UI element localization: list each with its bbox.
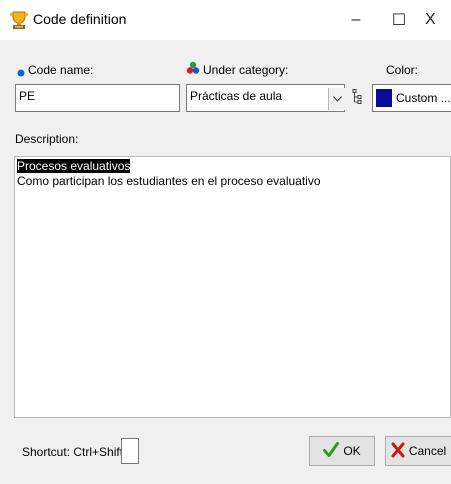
color-swatch [376,89,392,107]
cancel-button[interactable]: Cancel [385,436,451,466]
check-icon [323,441,340,461]
minimize-button[interactable]: – [339,7,373,33]
cancel-label: Cancel [408,444,447,458]
description-label: Description: [15,132,79,146]
bullet-icon [17,66,25,77]
under-category-select[interactable]: Prácticas de aula [186,84,345,112]
ok-label: OK [343,444,361,458]
description-line-selected: Procesos evaluativos [17,159,131,173]
shortcut-label: Shortcut: Ctrl+Shift+ [22,445,131,459]
chevron-down-icon[interactable] [328,88,345,110]
ok-button[interactable]: OK [309,436,375,466]
close-icon [391,442,405,461]
window-title: Code definition [33,11,127,27]
description-line: Como participan los estudiantes en el pr… [17,174,321,188]
category-icon [186,61,200,75]
code-name-input[interactable]: PE [15,84,180,112]
tree-icon [352,88,362,108]
color-select[interactable]: Custom ... [372,84,451,112]
code-name-label: Code name: [28,63,94,77]
title-bar: Code definition – ☐ X [0,0,451,40]
color-value: Custom ... [396,91,451,105]
maximize-button[interactable]: ☐ [382,7,416,33]
close-button[interactable]: X [425,7,451,33]
under-category-label: Under category: [203,63,289,77]
trophy-icon [9,10,29,30]
under-category-value: Prácticas de aula [190,89,283,103]
category-tree-button[interactable] [349,86,365,110]
description-textarea[interactable]: Procesos evaluativos Como participan los… [14,156,451,418]
shortcut-key-input[interactable] [121,438,139,464]
color-label: Color: [386,63,419,77]
